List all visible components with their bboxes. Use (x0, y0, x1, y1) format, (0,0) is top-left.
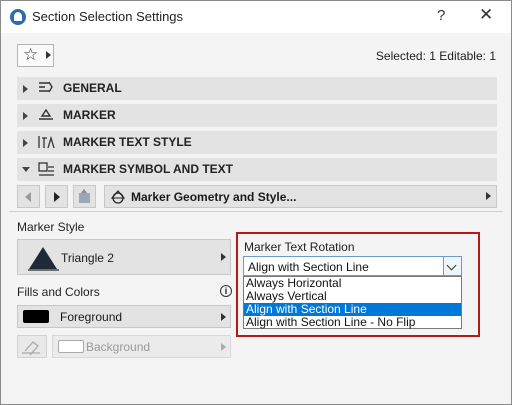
previous-page-button[interactable] (17, 185, 40, 208)
foreground-swatch (23, 310, 49, 323)
divider (9, 211, 503, 212)
triangle-marker-icon (28, 247, 59, 271)
panel-label: MARKER (63, 108, 116, 122)
info-icon[interactable]: i (220, 285, 232, 297)
rotation-dropdown-list: Always Horizontal Always Vertical Align … (243, 276, 462, 329)
panel-label: MARKER SYMBOL AND TEXT (63, 162, 234, 176)
symbol-text-icon (38, 162, 54, 176)
marker-style-selector[interactable]: Triangle 2 (17, 239, 231, 275)
rotation-value: Align with Section Line (248, 260, 369, 274)
expand-arrow-icon (23, 85, 28, 93)
transparent-background-toggle[interactable] (17, 335, 47, 358)
background-label: Background (86, 340, 151, 354)
chevron-right-icon (486, 192, 491, 200)
chevron-right-icon (221, 253, 226, 261)
general-icon (39, 81, 53, 93)
pen-eraser-icon (22, 341, 40, 356)
panel-marker-text-style[interactable]: MARKER TEXT STYLE (17, 131, 497, 154)
panel-marker-symbol-text[interactable]: MARKER SYMBOL AND TEXT (17, 158, 497, 181)
marker-icon (39, 108, 53, 120)
marker-style-label: Marker Style (17, 220, 85, 234)
favorites-button[interactable]: ☆ (17, 44, 54, 67)
next-page-button[interactable] (45, 185, 68, 208)
marker-geometry-icon (110, 190, 126, 204)
text-style-icon (38, 135, 55, 149)
background-swatch (58, 340, 84, 353)
background-selector[interactable]: Background (52, 335, 231, 358)
fills-colors-label: Fills and Colors (17, 285, 100, 299)
rotation-combobox[interactable]: Align with Section Line (243, 256, 462, 276)
panel-general[interactable]: GENERAL (17, 77, 497, 100)
page-up-button[interactable] (73, 185, 96, 208)
close-button[interactable]: ✕ (479, 5, 493, 25)
panel-marker[interactable]: MARKER (17, 104, 497, 127)
page-up-icon (79, 189, 90, 203)
panel-label: MARKER TEXT STYLE (63, 135, 192, 149)
title-bar: Section Selection Settings ? ✕ (1, 1, 511, 33)
star-icon: ☆ (23, 45, 39, 64)
collapse-arrow-icon (22, 167, 30, 172)
panel-label: GENERAL (63, 81, 122, 95)
settings-dialog: Section Selection Settings ? ✕ ☆ Selecte… (0, 0, 512, 405)
selection-count: Selected: 1 Editable: 1 (375, 49, 496, 63)
foreground-label: Foreground (60, 310, 123, 324)
page-selector[interactable]: Marker Geometry and Style... (104, 185, 497, 208)
chevron-right-icon (46, 51, 51, 59)
app-icon (10, 9, 26, 25)
rotation-label: Marker Text Rotation (244, 240, 355, 254)
expand-arrow-icon (23, 139, 28, 147)
window-title: Section Selection Settings (32, 9, 184, 24)
marker-style-value: Triangle 2 (61, 251, 114, 265)
foreground-selector[interactable]: Foreground (17, 305, 231, 328)
page-label: Marker Geometry and Style... (131, 190, 297, 204)
chevron-right-icon (221, 342, 226, 351)
dropdown-option[interactable]: Align with Section Line - No Flip (244, 316, 461, 329)
page-navigation: Marker Geometry and Style... (17, 185, 497, 208)
chevron-down-icon[interactable] (443, 257, 461, 275)
expand-arrow-icon (23, 112, 28, 120)
chevron-right-icon (221, 312, 226, 321)
help-button[interactable]: ? (437, 7, 445, 24)
